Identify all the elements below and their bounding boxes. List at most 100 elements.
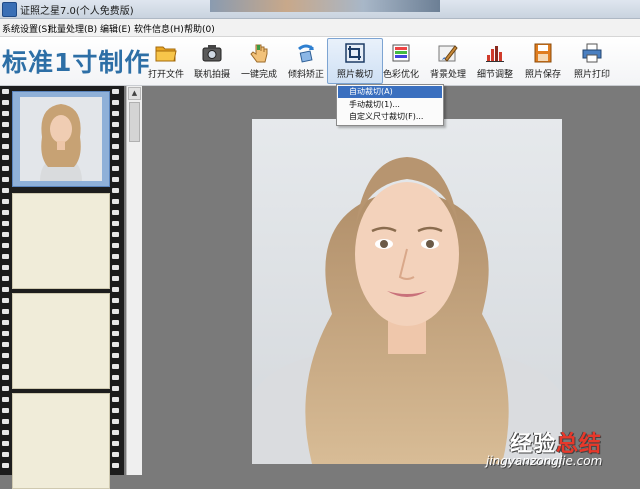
thumbnail-filmstrip — [0, 86, 124, 489]
scroll-thumb[interactable] — [129, 102, 140, 142]
rotate-icon — [298, 44, 314, 63]
crop-icon — [345, 43, 365, 63]
film-sprocket-hole — [112, 309, 119, 314]
film-sprocket-hole — [112, 265, 119, 270]
window-title: 证照之星7.0(个人免费版) — [20, 6, 134, 17]
film-sprocket-hole — [2, 221, 9, 226]
film-sprocket-hole — [2, 276, 9, 281]
film-sprocket-hole — [2, 210, 9, 215]
toolbar: 标准1寸制作 打开文件 联机拍摄 一键完成 倾斜矫正 照片裁切 色彩优化 背景处… — [0, 37, 640, 86]
film-sprocket-hole — [2, 375, 9, 380]
film-sprocket-hole — [2, 463, 9, 468]
photo-print-button[interactable]: 照片打印 — [565, 39, 619, 83]
film-sprocket-hole — [112, 111, 119, 116]
film-sprocket-hole — [2, 177, 9, 182]
film-sprocket-hole — [2, 408, 9, 413]
film-sprocket-hole — [112, 342, 119, 347]
film-sprocket-hole — [2, 232, 9, 237]
film-sprocket-hole — [112, 199, 119, 204]
film-sprocket-hole — [112, 386, 119, 391]
title-preview-strip — [210, 0, 440, 12]
film-sprocket-hole — [112, 430, 119, 435]
photo-print-label: 照片打印 — [573, 70, 610, 80]
film-sprocket-hole — [2, 254, 9, 259]
film-sprocket-hole — [2, 265, 9, 270]
color-icon — [392, 44, 410, 62]
film-sprocket-hole — [112, 287, 119, 292]
film-sprocket-hole — [112, 122, 119, 127]
thumbnail-image — [20, 97, 102, 181]
film-sprocket-hole — [112, 364, 119, 369]
film-sprocket-hole — [2, 199, 9, 204]
menu-item-auto-crop[interactable]: 自动裁切(A) — [338, 86, 442, 98]
film-sprocket-hole — [112, 331, 119, 336]
thumbnail-frame-selected[interactable] — [12, 91, 110, 187]
menu-software-info[interactable]: 软件信息(H) — [134, 22, 184, 35]
mode-title: 标准1寸制作 — [2, 48, 151, 77]
film-sprocket-hole — [112, 243, 119, 248]
film-sprocket-hole — [112, 298, 119, 303]
film-sprocket-hole — [112, 133, 119, 138]
menu-item-manual-crop[interactable]: 手动裁切(1)... — [338, 99, 442, 111]
app-icon — [2, 2, 17, 17]
film-sprocket-hole — [2, 100, 9, 105]
film-sprocket-hole — [2, 144, 9, 149]
film-sprocket-hole — [2, 386, 9, 391]
camera-icon — [202, 45, 222, 62]
film-sprocket-hole — [112, 144, 119, 149]
levels-icon — [486, 46, 504, 62]
film-sprocket-hole — [112, 100, 119, 105]
film-sprocket-hole — [2, 89, 9, 94]
film-sprocket-hole — [2, 430, 9, 435]
portrait-photo[interactable] — [252, 119, 562, 464]
filmstrip-scrollbar[interactable]: ▲ — [126, 86, 142, 475]
film-sprocket-hole — [112, 397, 119, 402]
film-sprocket-hole — [2, 287, 9, 292]
film-sprocket-hole — [112, 221, 119, 226]
scroll-up-button[interactable]: ▲ — [128, 87, 141, 100]
film-sprocket-hole — [112, 166, 119, 171]
menu-item-custom-size-crop[interactable]: 自定义尺寸裁切(F)... — [338, 111, 442, 123]
film-sprocket-hole — [2, 188, 9, 193]
film-sprocket-hole — [2, 298, 9, 303]
film-sprocket-hole — [112, 375, 119, 380]
film-sprocket-hole — [2, 397, 9, 402]
printer-icon — [582, 43, 602, 63]
film-sprocket-hole — [112, 155, 119, 160]
film-sprocket-hole — [112, 408, 119, 413]
film-sprocket-hole — [2, 133, 9, 138]
film-sprocket-hole — [2, 331, 9, 336]
brush-icon — [438, 45, 458, 62]
film-sprocket-hole — [2, 243, 9, 248]
film-sprocket-hole — [112, 320, 119, 325]
menu-help[interactable]: 帮助(0) — [184, 22, 215, 35]
film-sprocket-hole — [2, 353, 9, 358]
menu-batch[interactable]: 批量处理(B) — [48, 22, 97, 35]
film-sprocket-hole — [2, 342, 9, 347]
film-sprocket-hole — [2, 419, 9, 424]
film-sprocket-hole — [112, 210, 119, 215]
film-sprocket-hole — [112, 419, 119, 424]
film-sprocket-hole — [2, 441, 9, 446]
menu-edit[interactable]: 编辑(E) — [100, 22, 131, 35]
folder-icon — [155, 46, 177, 62]
film-sprocket-hole — [112, 232, 119, 237]
film-sprocket-hole — [112, 452, 119, 457]
watermark-url: jingyanzongjie.com — [486, 454, 603, 468]
film-sprocket-hole — [112, 89, 119, 94]
thumbnail-frame-empty[interactable] — [12, 193, 110, 289]
title-bar: 证照之星7.0(个人免费版) — [0, 0, 640, 19]
film-sprocket-hole — [2, 309, 9, 314]
film-sprocket-hole — [2, 166, 9, 171]
film-sprocket-hole — [112, 188, 119, 193]
film-sprocket-hole — [112, 276, 119, 281]
film-sprocket-hole — [112, 441, 119, 446]
menu-system-settings[interactable]: 系统设置(S) — [2, 22, 51, 35]
save-icon — [534, 43, 552, 63]
hand-icon — [250, 44, 268, 63]
crop-dropdown-menu: 自动裁切(A) 手动裁切(1)... 自定义尺寸裁切(F)... — [336, 84, 444, 126]
film-sprocket-hole — [112, 353, 119, 358]
film-sprocket-hole — [112, 254, 119, 259]
thumbnail-frame-empty[interactable] — [12, 293, 110, 389]
film-sprocket-hole — [2, 122, 9, 127]
